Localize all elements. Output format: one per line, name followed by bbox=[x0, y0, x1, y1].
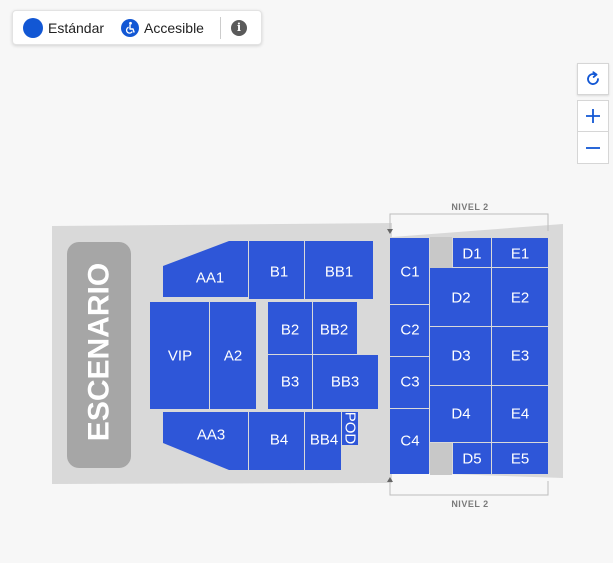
floor-gap-top bbox=[430, 237, 452, 268]
section-label-D3: D3 bbox=[451, 348, 470, 365]
seating-map: ESCENARIO AA1 B1 BB1 VIP A2 B2 BB2 B3 BB… bbox=[52, 202, 563, 509]
section-label-B4: B4 bbox=[270, 432, 288, 449]
level-label-top: NIVEL 2 bbox=[451, 202, 488, 212]
section-label-D4: D4 bbox=[451, 406, 470, 423]
section-label-C1: C1 bbox=[400, 264, 419, 281]
section-label-B2: B2 bbox=[281, 322, 299, 339]
section-label-AA3: AA3 bbox=[197, 427, 225, 444]
section-label-BB3: BB3 bbox=[331, 374, 359, 391]
section-label-E2: E2 bbox=[511, 290, 529, 307]
section-label-BB1: BB1 bbox=[325, 264, 353, 281]
section-label-VIP: VIP bbox=[168, 348, 192, 365]
section-label-C3: C3 bbox=[400, 374, 419, 391]
section-label-E4: E4 bbox=[511, 406, 529, 423]
level-bracket-bottom bbox=[389, 481, 549, 496]
section-label-POD: POD bbox=[342, 412, 359, 445]
section-label-B1: B1 bbox=[270, 264, 288, 281]
section-label-D2: D2 bbox=[451, 290, 470, 307]
floor-gap-bottom bbox=[430, 443, 452, 475]
section-label-E1: E1 bbox=[511, 246, 529, 263]
section-label-D5: D5 bbox=[462, 451, 481, 468]
section-label-B3: B3 bbox=[281, 374, 299, 391]
section-label-D1: D1 bbox=[462, 246, 481, 263]
section-label-BB4: BB4 bbox=[310, 432, 338, 449]
section-label-BB2: BB2 bbox=[320, 322, 348, 339]
section-label-C2: C2 bbox=[400, 322, 419, 339]
section-label-E3: E3 bbox=[511, 348, 529, 365]
section-label-A2: A2 bbox=[224, 348, 242, 365]
section-label-C4: C4 bbox=[400, 433, 419, 450]
level-label-bottom: NIVEL 2 bbox=[451, 499, 488, 509]
section-label-AA1: AA1 bbox=[196, 270, 224, 287]
stage-label: ESCENARIO bbox=[83, 263, 116, 441]
section-label-E5: E5 bbox=[511, 451, 529, 468]
